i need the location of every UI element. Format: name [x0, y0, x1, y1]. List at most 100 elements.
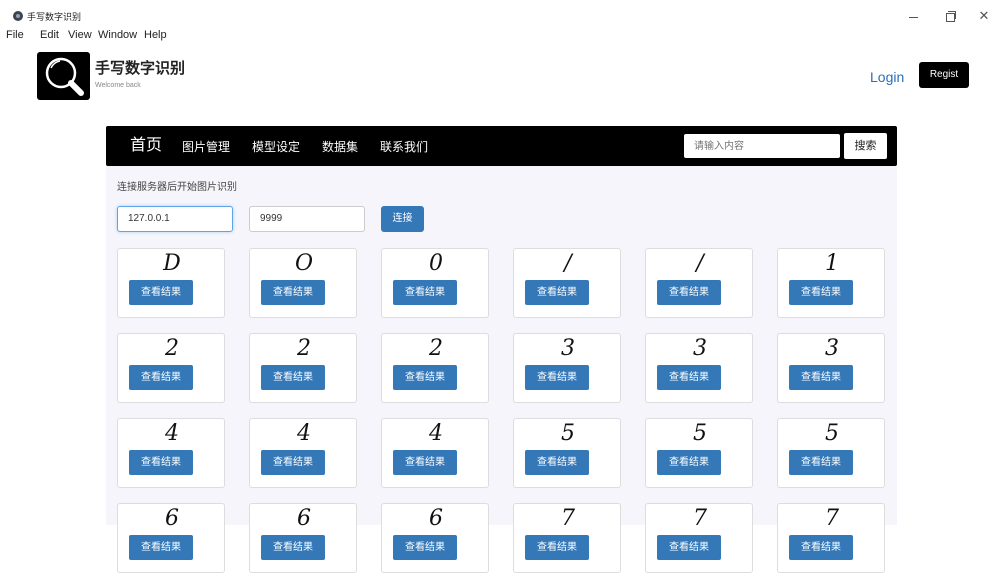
digit-image: O — [294, 251, 314, 276]
connection-hint: 连接服务器后开始图片识别 — [117, 182, 237, 193]
digit-image: 2 — [165, 336, 179, 361]
digit-card: 2 查看结果 — [117, 333, 225, 403]
digit-card: 1 查看结果 — [777, 248, 885, 318]
menu-help[interactable]: Help — [144, 28, 167, 42]
window-title: 手写数字识别 — [27, 12, 82, 22]
menu-file[interactable]: File — [6, 28, 24, 42]
nav-home[interactable]: 首页 — [130, 137, 162, 155]
digit-image: 1 — [825, 251, 839, 276]
digit-image: 7 — [825, 506, 839, 531]
magnifier-icon — [37, 52, 90, 100]
digit-image: / — [696, 251, 704, 276]
minimize-icon[interactable] — [906, 8, 922, 24]
digit-card: 4 查看结果 — [117, 418, 225, 488]
digit-image: D — [163, 251, 181, 276]
digit-card: / 查看结果 — [513, 248, 621, 318]
title-bar: 手写数字识别 ✕ — [0, 0, 992, 28]
menu-bar: File Edit View Window Help — [0, 27, 992, 43]
digit-card: 4 查看结果 — [249, 418, 357, 488]
digit-card: 5 查看结果 — [777, 418, 885, 488]
digit-card: D 查看结果 — [117, 248, 225, 318]
digit-image: 3 — [693, 336, 707, 361]
view-result-button[interactable]: 查看结果 — [261, 365, 325, 390]
view-result-button[interactable]: 查看结果 — [657, 365, 721, 390]
view-result-button[interactable]: 查看结果 — [129, 535, 193, 560]
brand-title: 手写数字识别 — [95, 60, 186, 77]
digit-image: 5 — [561, 421, 575, 446]
nav-dataset[interactable]: 数据集 — [322, 140, 358, 154]
digit-image: 7 — [561, 506, 575, 531]
nav-contact[interactable]: 联系我们 — [380, 140, 428, 154]
view-result-button[interactable]: 查看结果 — [393, 450, 457, 475]
digit-card: 3 查看结果 — [645, 333, 753, 403]
digit-card: 6 查看结果 — [381, 503, 489, 573]
view-result-button[interactable]: 查看结果 — [525, 535, 589, 560]
menu-edit[interactable]: Edit — [40, 28, 59, 42]
digit-card: 2 查看结果 — [249, 333, 357, 403]
menu-window[interactable]: Window — [98, 28, 137, 42]
digit-card: 0 查看结果 — [381, 248, 489, 318]
digit-card: 6 查看结果 — [249, 503, 357, 573]
app-icon — [13, 11, 23, 21]
digit-image: 6 — [297, 506, 311, 531]
maximize-icon[interactable] — [942, 8, 958, 24]
digit-image: 0 — [429, 251, 443, 276]
digit-image: 4 — [429, 421, 443, 446]
digit-card: 7 查看结果 — [513, 503, 621, 573]
ip-input[interactable]: 127.0.0.1 — [117, 206, 233, 232]
view-result-button[interactable]: 查看结果 — [789, 365, 853, 390]
view-result-button[interactable]: 查看结果 — [129, 280, 193, 305]
view-result-button[interactable]: 查看结果 — [261, 450, 325, 475]
view-result-button[interactable]: 查看结果 — [129, 450, 193, 475]
digit-card: 2 查看结果 — [381, 333, 489, 403]
digit-image: 3 — [825, 336, 839, 361]
digit-image: 4 — [165, 421, 179, 446]
nav-model-settings[interactable]: 模型设定 — [252, 140, 300, 154]
digit-card: 5 查看结果 — [645, 418, 753, 488]
view-result-button[interactable]: 查看结果 — [393, 280, 457, 305]
digit-image: 7 — [693, 506, 707, 531]
view-result-button[interactable]: 查看结果 — [261, 535, 325, 560]
digit-card: 5 查看结果 — [513, 418, 621, 488]
view-result-button[interactable]: 查看结果 — [393, 535, 457, 560]
nav-image-management[interactable]: 图片管理 — [182, 140, 230, 154]
digit-image: 6 — [429, 506, 443, 531]
view-result-button[interactable]: 查看结果 — [657, 280, 721, 305]
digit-image: 5 — [693, 421, 707, 446]
digit-card: 3 查看结果 — [777, 333, 885, 403]
port-input[interactable]: 9999 — [249, 206, 365, 232]
search-input[interactable] — [684, 134, 840, 158]
view-result-button[interactable]: 查看结果 — [789, 280, 853, 305]
regist-button[interactable]: Regist — [919, 62, 969, 88]
digit-image: 3 — [561, 336, 575, 361]
view-result-button[interactable]: 查看结果 — [789, 535, 853, 560]
view-result-button[interactable]: 查看结果 — [129, 365, 193, 390]
digit-image: 5 — [825, 421, 839, 446]
view-result-button[interactable]: 查看结果 — [393, 365, 457, 390]
view-result-button[interactable]: 查看结果 — [657, 535, 721, 560]
close-icon[interactable]: ✕ — [976, 8, 992, 24]
digit-card: 7 查看结果 — [777, 503, 885, 573]
digit-card: O 查看结果 — [249, 248, 357, 318]
view-result-button[interactable]: 查看结果 — [261, 280, 325, 305]
menu-view[interactable]: View — [68, 28, 92, 42]
digit-card: 4 查看结果 — [381, 418, 489, 488]
digit-card: 7 查看结果 — [645, 503, 753, 573]
view-result-button[interactable]: 查看结果 — [525, 365, 589, 390]
view-result-button[interactable]: 查看结果 — [525, 450, 589, 475]
digit-image: / — [564, 251, 572, 276]
view-result-button[interactable]: 查看结果 — [525, 280, 589, 305]
view-result-button[interactable]: 查看结果 — [789, 450, 853, 475]
connect-button[interactable]: 连接 — [381, 206, 424, 232]
login-link[interactable]: Login — [870, 68, 904, 86]
digit-image: 6 — [165, 506, 179, 531]
digit-image: 2 — [297, 336, 311, 361]
digit-card: 3 查看结果 — [513, 333, 621, 403]
digit-image: 2 — [429, 336, 443, 361]
digit-card: 6 查看结果 — [117, 503, 225, 573]
digit-image: 4 — [297, 421, 311, 446]
brand-subtitle: Welcome back — [95, 82, 141, 89]
navbar: 首页 图片管理 模型设定 数据集 联系我们 搜索 — [106, 126, 897, 166]
search-button[interactable]: 搜索 — [844, 133, 887, 159]
view-result-button[interactable]: 查看结果 — [657, 450, 721, 475]
